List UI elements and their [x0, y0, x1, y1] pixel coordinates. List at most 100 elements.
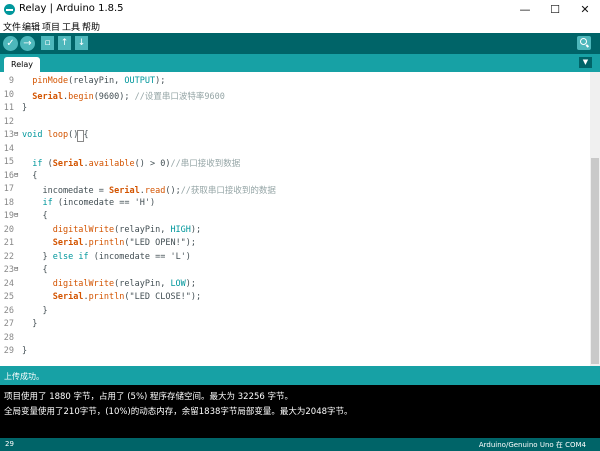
line-number: 16 [3, 170, 14, 181]
code-line[interactable]: 14 [0, 144, 586, 158]
code-text: Serial.println("LED OPEN!"); [52, 238, 197, 248]
code-text: } [22, 305, 48, 316]
line-number: 21 [3, 238, 14, 248]
code-text: { [22, 211, 48, 221]
code-text: } [22, 346, 28, 356]
line-number: 10 [3, 89, 14, 100]
vertical-scrollbar[interactable] [590, 72, 600, 366]
code-line[interactable]: 20 digitalWrite(relayPin, HIGH); [0, 225, 586, 239]
code-line[interactable]: 16 ⊟ { [0, 171, 586, 185]
line-number: 24 [3, 278, 14, 289]
code-editor[interactable]: 9 pinMode(relayPin, OUTPUT); 10 Serial.be… [0, 72, 600, 366]
fold-toggle-icon[interactable]: ⊟ [14, 211, 22, 219]
title-bar: Relay | Arduino 1.8.5 — ☐ ✕ [0, 0, 600, 19]
menu-sketch[interactable]: 项目 [42, 20, 60, 33]
code-line[interactable]: 13 ⊟ void loop() { [0, 130, 586, 144]
code-line[interactable]: 24 digitalWrite(relayPin, LOW); [0, 279, 586, 293]
menu-help[interactable]: 帮助 [82, 20, 100, 33]
check-icon: ✓ [6, 38, 15, 49]
new-button[interactable]: ▫ [41, 36, 54, 50]
line-number: 26 [3, 305, 14, 316]
line-number: 17 [3, 184, 14, 194]
code-text: pinMode(relayPin, OUTPUT); [32, 76, 166, 86]
status-bar: 上传成功。 [0, 366, 600, 385]
line-number: 28 [3, 332, 14, 343]
upload-button[interactable]: → [20, 36, 35, 51]
save-button[interactable]: ↓ [75, 36, 88, 50]
code-line[interactable]: 23 ⊟ { [0, 265, 586, 279]
fold-toggle-icon[interactable]: ⊟ [14, 265, 22, 273]
arrow-right-icon: → [23, 38, 32, 49]
scrollbar-thumb[interactable] [591, 158, 599, 364]
serial-monitor-search-icon[interactable] [577, 36, 591, 50]
arduino-logo-icon [4, 4, 15, 15]
line-number: 18 [3, 197, 14, 208]
menu-file[interactable]: 文件 [3, 20, 21, 33]
code-line[interactable]: 29} [0, 346, 586, 360]
code-text: digitalWrite(relayPin, HIGH); [52, 224, 202, 235]
code-text: Serial.println("LED CLOSE!"); [52, 292, 202, 302]
line-number: 20 [3, 224, 14, 235]
code-text: Serial.begin(9600); //设置串口波特率9600 [32, 91, 225, 102]
code-line[interactable]: 12 [0, 117, 586, 131]
open-button[interactable]: ↑ [58, 36, 71, 50]
line-number: 23 [3, 265, 14, 275]
code-text: } [22, 319, 38, 329]
open-icon: ↑ [60, 38, 69, 48]
line-number: 14 [3, 143, 14, 154]
code-text: incomedate = Serial.read();//获取串口接收到的数据 [22, 186, 276, 196]
code-line[interactable]: 11} [0, 103, 586, 117]
code-line[interactable]: 17 incomedate = Serial.read();//获取串口接收到的… [0, 184, 586, 198]
tab-menu-chevron-down-icon[interactable]: ▼ [579, 57, 592, 68]
line-number: 11 [3, 103, 14, 113]
code-text: } else if (incomedate == 'L') [22, 251, 191, 262]
code-text: } [22, 103, 28, 113]
line-number: 12 [3, 116, 14, 127]
code-line[interactable]: 15 if (Serial.available() > 0)//串口接收到数据 [0, 157, 586, 171]
status-message: 上传成功。 [4, 372, 44, 381]
tab-bar: Relay ▼ [0, 54, 600, 72]
line-number: 27 [3, 319, 14, 329]
code-line[interactable]: 10 Serial.begin(9600); //设置串口波特率9600 [0, 90, 586, 104]
code-line[interactable]: 26 } [0, 306, 586, 320]
board-port-label: Arduino/Genuino Uno 在 COM4 [478, 441, 586, 449]
code-text: { [22, 265, 48, 275]
save-icon: ↓ [77, 38, 86, 48]
fold-toggle-icon[interactable]: ⊟ [14, 130, 22, 138]
code-line[interactable]: 27 } [0, 319, 586, 333]
maximize-button[interactable]: ☐ [540, 0, 570, 19]
verify-button[interactable]: ✓ [3, 36, 18, 51]
window-title: Relay | Arduino 1.8.5 [19, 3, 124, 14]
code-text: if (incomedate == 'H') [42, 197, 156, 208]
menu-bar: 文件 编辑 项目 工具 帮助 [0, 19, 600, 33]
line-number: 15 [3, 157, 14, 167]
code-line[interactable]: 25 Serial.println("LED CLOSE!"); [0, 292, 586, 306]
code-line[interactable]: 21 Serial.println("LED OPEN!"); [0, 238, 586, 252]
console-line: 项目使用了 1880 字节，占用了 (5%) 程序存储空间。最大为 32256 … [4, 392, 294, 402]
menu-edit[interactable]: 编辑 [22, 20, 40, 33]
new-file-icon: ▫ [44, 38, 51, 48]
menu-tools[interactable]: 工具 [62, 20, 80, 33]
code-line[interactable]: 19 ⊟ { [0, 211, 586, 225]
tab-relay[interactable]: Relay [4, 57, 40, 72]
line-number: 25 [3, 292, 14, 302]
code-line[interactable]: 22 } else if (incomedate == 'L') [0, 252, 586, 266]
brace-highlight [77, 130, 84, 142]
footer-bar: 29 Arduino/Genuino Uno 在 COM4 [0, 438, 600, 451]
console-line: 全局变量使用了210字节，(10%)的动态内存，余留1838字节局部变量。最大为… [4, 407, 353, 417]
line-number: 19 [3, 211, 14, 221]
code-text: if (Serial.available() > 0)//串口接收到数据 [32, 159, 241, 169]
line-number: 29 [3, 346, 14, 356]
code-text: digitalWrite(relayPin, LOW); [52, 278, 197, 289]
code-line[interactable]: 9 pinMode(relayPin, OUTPUT); [0, 76, 586, 90]
code-line[interactable]: 18 if (incomedate == 'H') [0, 198, 586, 212]
minimize-button[interactable]: — [510, 0, 540, 19]
fold-toggle-icon[interactable]: ⊟ [14, 171, 22, 179]
code-line[interactable]: 28 [0, 333, 586, 347]
line-number-indicator: 29 [5, 440, 14, 448]
line-number: 13 [3, 130, 14, 140]
close-button[interactable]: ✕ [570, 0, 600, 19]
console-output: 项目使用了 1880 字节，占用了 (5%) 程序存储空间。最大为 32256 … [0, 385, 600, 438]
line-number: 9 [8, 76, 14, 86]
line-number: 22 [3, 251, 14, 262]
